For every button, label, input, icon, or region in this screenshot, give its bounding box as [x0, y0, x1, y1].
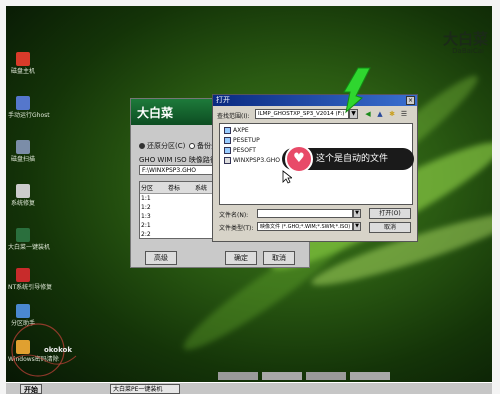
desktop-icon[interactable]: 磁盘主机	[8, 52, 38, 75]
list-item[interactable]: WINXPSP3.GHO	[224, 157, 280, 164]
chevron-down-icon[interactable]: ▼	[353, 209, 361, 218]
filename-label: 文件名(N):	[219, 212, 249, 219]
installer-icon	[16, 228, 30, 242]
desktop-icon[interactable]: NT系统引导修复	[8, 268, 52, 291]
brand-logo: 大白菜	[442, 30, 488, 48]
restore-option[interactable]: 还原分区(C)	[139, 141, 185, 151]
brand-subtitle: DaBaiCai	[452, 47, 484, 55]
filetype-label: 文件类型(T):	[219, 225, 254, 232]
filetype-select[interactable]: 映像文件 (*.GHO;*.WIM;*.SWM;*.ISO)	[257, 222, 353, 231]
ghost-icon	[16, 96, 30, 110]
cursor-icon	[282, 170, 292, 184]
desktop-icon[interactable]: 系统修复	[8, 184, 38, 207]
taskbar-tray-icons	[218, 372, 390, 380]
partition-icon	[16, 52, 30, 66]
dialog-cancel-button[interactable]: 取消	[369, 222, 411, 233]
close-icon[interactable]: ×	[406, 96, 415, 105]
file-icon	[224, 157, 231, 164]
photo-frame: 大白菜 DaBaiCai 磁盘主机 手动运行Ghost 磁盘扫描 系统修复 大白…	[0, 0, 500, 400]
partition-helper-icon	[16, 304, 30, 318]
view-menu-icon[interactable]: ☰	[399, 109, 409, 119]
lookin-label: 查找范围(I):	[217, 113, 250, 120]
folder-icon	[224, 127, 231, 134]
up-folder-icon[interactable]: ▲	[375, 109, 385, 119]
chevron-down-icon[interactable]: ▼	[353, 222, 361, 231]
taskbar-item[interactable]: 大白菜PE一键装机	[110, 384, 180, 394]
radio-icon	[189, 143, 195, 149]
heart-icon: ♥	[285, 145, 313, 173]
boot-repair-icon	[16, 268, 30, 282]
bottom-margin	[0, 394, 500, 400]
list-item[interactable]: PESETUP	[224, 137, 260, 144]
folder-icon	[224, 137, 231, 144]
folder-icon	[224, 147, 231, 154]
dialog-title: 打开	[213, 95, 417, 106]
desktop-icon[interactable]: 大白菜一键装机	[8, 228, 50, 251]
list-item[interactable]: AXPE	[224, 127, 249, 134]
filename-input[interactable]	[257, 209, 353, 218]
repair-icon	[16, 184, 30, 198]
image-path-label: GHO WIM ISO 映像路径	[139, 156, 217, 164]
ok-button[interactable]: 确定	[225, 251, 257, 265]
open-button[interactable]: 打开(O)	[369, 208, 411, 219]
disk-scan-icon	[16, 140, 30, 154]
pointer-arrow-icon	[343, 67, 371, 114]
new-folder-icon[interactable]: ✱	[387, 109, 397, 119]
start-button[interactable]: 开始	[20, 384, 42, 394]
list-item[interactable]: PESOFT	[224, 147, 256, 154]
desktop-icon[interactable]: 手动运行Ghost	[8, 96, 50, 119]
cancel-button[interactable]: 取消	[263, 251, 295, 265]
advanced-button[interactable]: 高级	[145, 251, 177, 265]
radio-icon	[139, 143, 145, 149]
watermark-text: okokok	[44, 346, 73, 354]
taskbar: 开始 大白菜PE一键装机	[6, 382, 492, 394]
desktop-icon[interactable]: 磁盘扫描	[8, 140, 38, 163]
lookin-select[interactable]: ILMP_GHOSTXP_SP3_V2014 (F:)	[255, 109, 349, 119]
